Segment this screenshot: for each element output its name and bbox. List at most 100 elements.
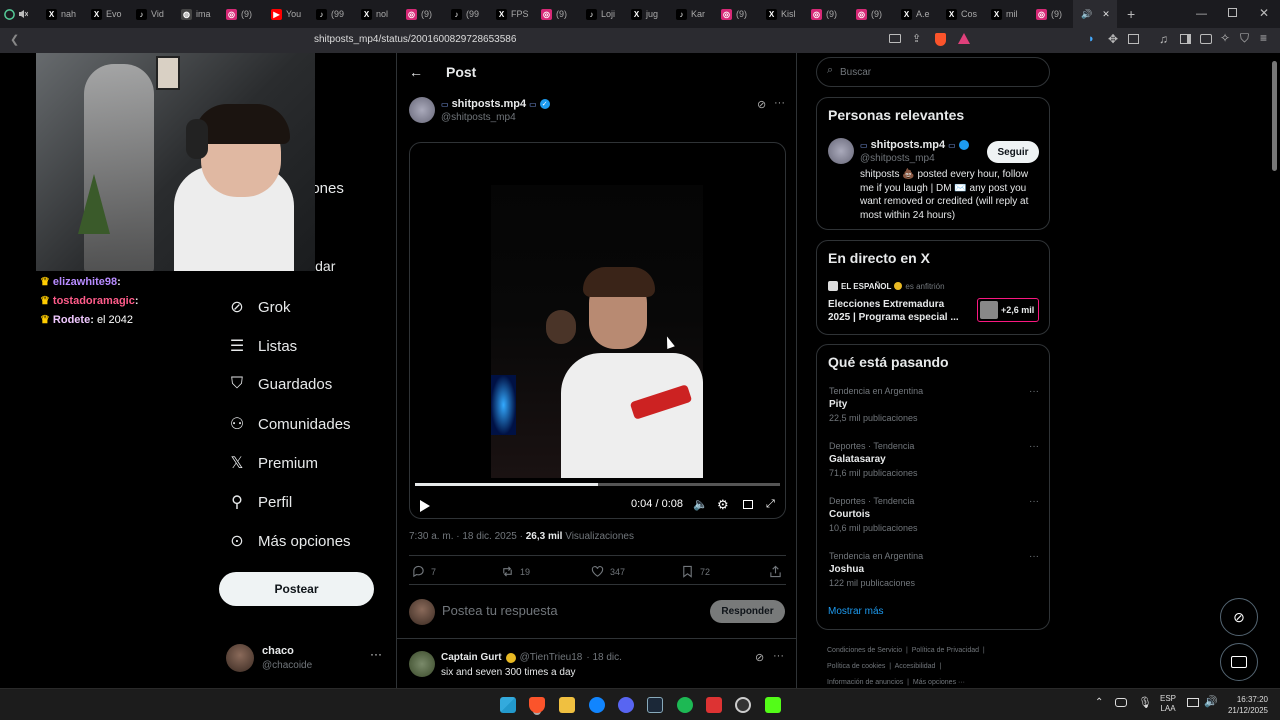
page-scrollbar[interactable] (1272, 61, 1277, 171)
author-name[interactable]: shitposts.mp4 (452, 98, 527, 110)
video-player[interactable]: 0:04 / 0:08 🔈 ⚙ ⤢ (409, 142, 786, 519)
play-icon[interactable] (420, 500, 430, 512)
nav-item-comunidades[interactable]: ⚇ Comunidades (228, 414, 351, 434)
sidebar-icon[interactable] (1180, 34, 1191, 44)
volume-icon[interactable]: 🔈 (693, 497, 708, 511)
repost-action[interactable]: 19 (501, 565, 530, 578)
browser-tab[interactable]: ◎ (9) (533, 0, 578, 28)
brave-browser-icon[interactable] (529, 697, 545, 713)
recording-app-icon[interactable] (706, 697, 722, 713)
browser-tab[interactable]: ▶ You (263, 0, 308, 28)
windows-start-icon[interactable] (500, 697, 516, 713)
nav-item-listas[interactable]: ☰ Listas (228, 336, 297, 356)
browser-tab[interactable]: ♪ Loji (578, 0, 623, 28)
grok-icon[interactable]: ⊘ (755, 651, 764, 664)
brave-shield-icon[interactable] (935, 33, 946, 46)
window-restore-button[interactable] (1228, 8, 1237, 17)
show-more-link[interactable]: Mostrar más (828, 606, 884, 617)
more-icon[interactable]: ··· (370, 647, 382, 661)
reply-author-name[interactable]: Captain Gurt (441, 652, 502, 663)
url-text[interactable]: shitposts_mp4/status/2001600829728653586 (314, 34, 516, 45)
avatar[interactable] (828, 138, 854, 164)
account-name[interactable]: shitposts.mp4 (871, 139, 946, 151)
menu-icon[interactable]: ≡ (1260, 31, 1267, 45)
footer-link[interactable]: Accesibilidad (895, 663, 936, 670)
active-tab[interactable]: 🔊 ✕ (1073, 0, 1117, 28)
nav-item-más-opciones[interactable]: ⊙ Más opciones (228, 531, 350, 551)
muted-audio-icon[interactable] (18, 9, 38, 19)
reply-button[interactable]: Responder (710, 600, 785, 623)
grok-icon[interactable]: ⊘ (757, 98, 766, 111)
discord-icon[interactable] (618, 697, 634, 713)
file-explorer-icon[interactable] (559, 697, 575, 713)
listeners-badge[interactable]: +2,6 mil (977, 298, 1039, 322)
footer-link[interactable]: Más opciones ··· (913, 679, 965, 686)
window-minimize-button[interactable]: — (1196, 8, 1207, 20)
browser-tab[interactable]: ♪ Kar (668, 0, 713, 28)
vpn-icon[interactable]: ◗ (1088, 33, 1095, 45)
steam-icon[interactable] (647, 697, 663, 713)
account-switcher[interactable]: chaco @chacoide ··· (226, 641, 386, 681)
more-icon[interactable]: ··· (774, 97, 785, 109)
volume-icon[interactable]: 🔊 (1204, 695, 1218, 708)
browser-tab[interactable]: ◎ (9) (1028, 0, 1073, 28)
wallet-icon[interactable] (1200, 34, 1212, 44)
tray-chevron-icon[interactable]: ⌃ (1095, 697, 1103, 708)
spotify-icon[interactable] (677, 697, 693, 713)
reply-action[interactable]: 7 (412, 565, 436, 578)
more-icon[interactable]: ··· (1029, 551, 1039, 562)
extensions-icon[interactable]: ✥ (1108, 32, 1118, 46)
share-action[interactable] (769, 565, 782, 578)
browser-tab[interactable]: ◎ (9) (218, 0, 263, 28)
footer-link[interactable]: Política de Privacidad (912, 647, 979, 654)
nav-item-perfil[interactable]: ⚲ Perfil (228, 492, 292, 512)
tab-close-icon[interactable]: ✕ (1102, 9, 1110, 20)
browser-tab[interactable]: Xmil (983, 0, 1028, 28)
trend-item[interactable]: Deportes · Tendencia Galatasaray 71,6 mil … (829, 441, 1039, 478)
more-icon[interactable]: ··· (1029, 441, 1039, 452)
trend-item[interactable]: Deportes · Tendencia Courtois 10,6 mil pub… (829, 496, 1039, 533)
browser-tab[interactable]: Xnah (38, 0, 83, 28)
bluesky-icon[interactable] (589, 697, 605, 713)
browser-tab[interactable]: ◎ (9) (713, 0, 758, 28)
pip-icon[interactable] (743, 500, 753, 509)
leo-ai-icon[interactable]: ✧ (1220, 31, 1230, 45)
reply-post[interactable]: Captain Gurt @TienTrieu18 · 18 dic. six … (397, 639, 797, 688)
search-input[interactable]: ⌕ Buscar (816, 57, 1050, 87)
browser-tab[interactable]: X Cos (938, 0, 983, 28)
browser-tab[interactable]: ◎ (9) (803, 0, 848, 28)
network-icon[interactable] (1115, 698, 1127, 707)
display-icon[interactable] (1187, 698, 1199, 707)
messages-fab[interactable] (1220, 643, 1258, 681)
microphone-icon[interactable]: 🎙 (1138, 696, 1152, 709)
tab-search-icon[interactable] (1128, 34, 1139, 44)
video-progress-track[interactable] (415, 483, 780, 486)
browser-tab[interactable]: X A.e (893, 0, 938, 28)
kick-icon[interactable] (765, 697, 781, 713)
bookmark-action[interactable]: 72 (681, 565, 710, 578)
post-button[interactable]: Postear (219, 572, 374, 606)
browser-tab[interactable]: X FPS (488, 0, 533, 28)
trend-item[interactable]: Tendencia en Argentina Joshua 122 mil publ… (829, 551, 1039, 588)
browser-tab[interactable]: ◍ ima (173, 0, 218, 28)
nav-item-guardados[interactable]: ⛉ Guardados (228, 375, 332, 393)
brave-rewards-icon[interactable] (958, 33, 970, 44)
browser-tab[interactable]: ♪ (99 (308, 0, 353, 28)
browser-tab[interactable]: X Evo (83, 0, 128, 28)
post-timestamp[interactable]: 7:30 a. m. · 18 dic. 2025 · (409, 531, 523, 542)
live-event-title[interactable]: Elecciones Extremadura 2025 | Programa e… (828, 298, 968, 324)
host-name[interactable]: EL ESPAÑOL (841, 282, 891, 291)
more-icon[interactable]: ··· (1029, 386, 1039, 397)
vpn-shield-icon[interactable]: ⛉ (1240, 31, 1249, 46)
new-tab-button[interactable]: + (1127, 6, 1135, 22)
grok-fab[interactable]: ⊘ (1220, 598, 1258, 636)
browser-tab[interactable]: X Kisl (758, 0, 803, 28)
browser-tab[interactable]: Xjug (623, 0, 668, 28)
obs-icon[interactable] (735, 697, 751, 713)
more-icon[interactable]: ··· (1029, 496, 1039, 507)
nav-item-premium[interactable]: 𝕏 Premium (228, 453, 318, 473)
browser-tab[interactable]: Xnol (353, 0, 398, 28)
trend-item[interactable]: Tendencia en Argentina Pity 22,5 mil publi… (829, 386, 1039, 423)
browser-profile-icon[interactable] (0, 0, 18, 28)
back-icon[interactable]: ❮ (10, 33, 19, 46)
